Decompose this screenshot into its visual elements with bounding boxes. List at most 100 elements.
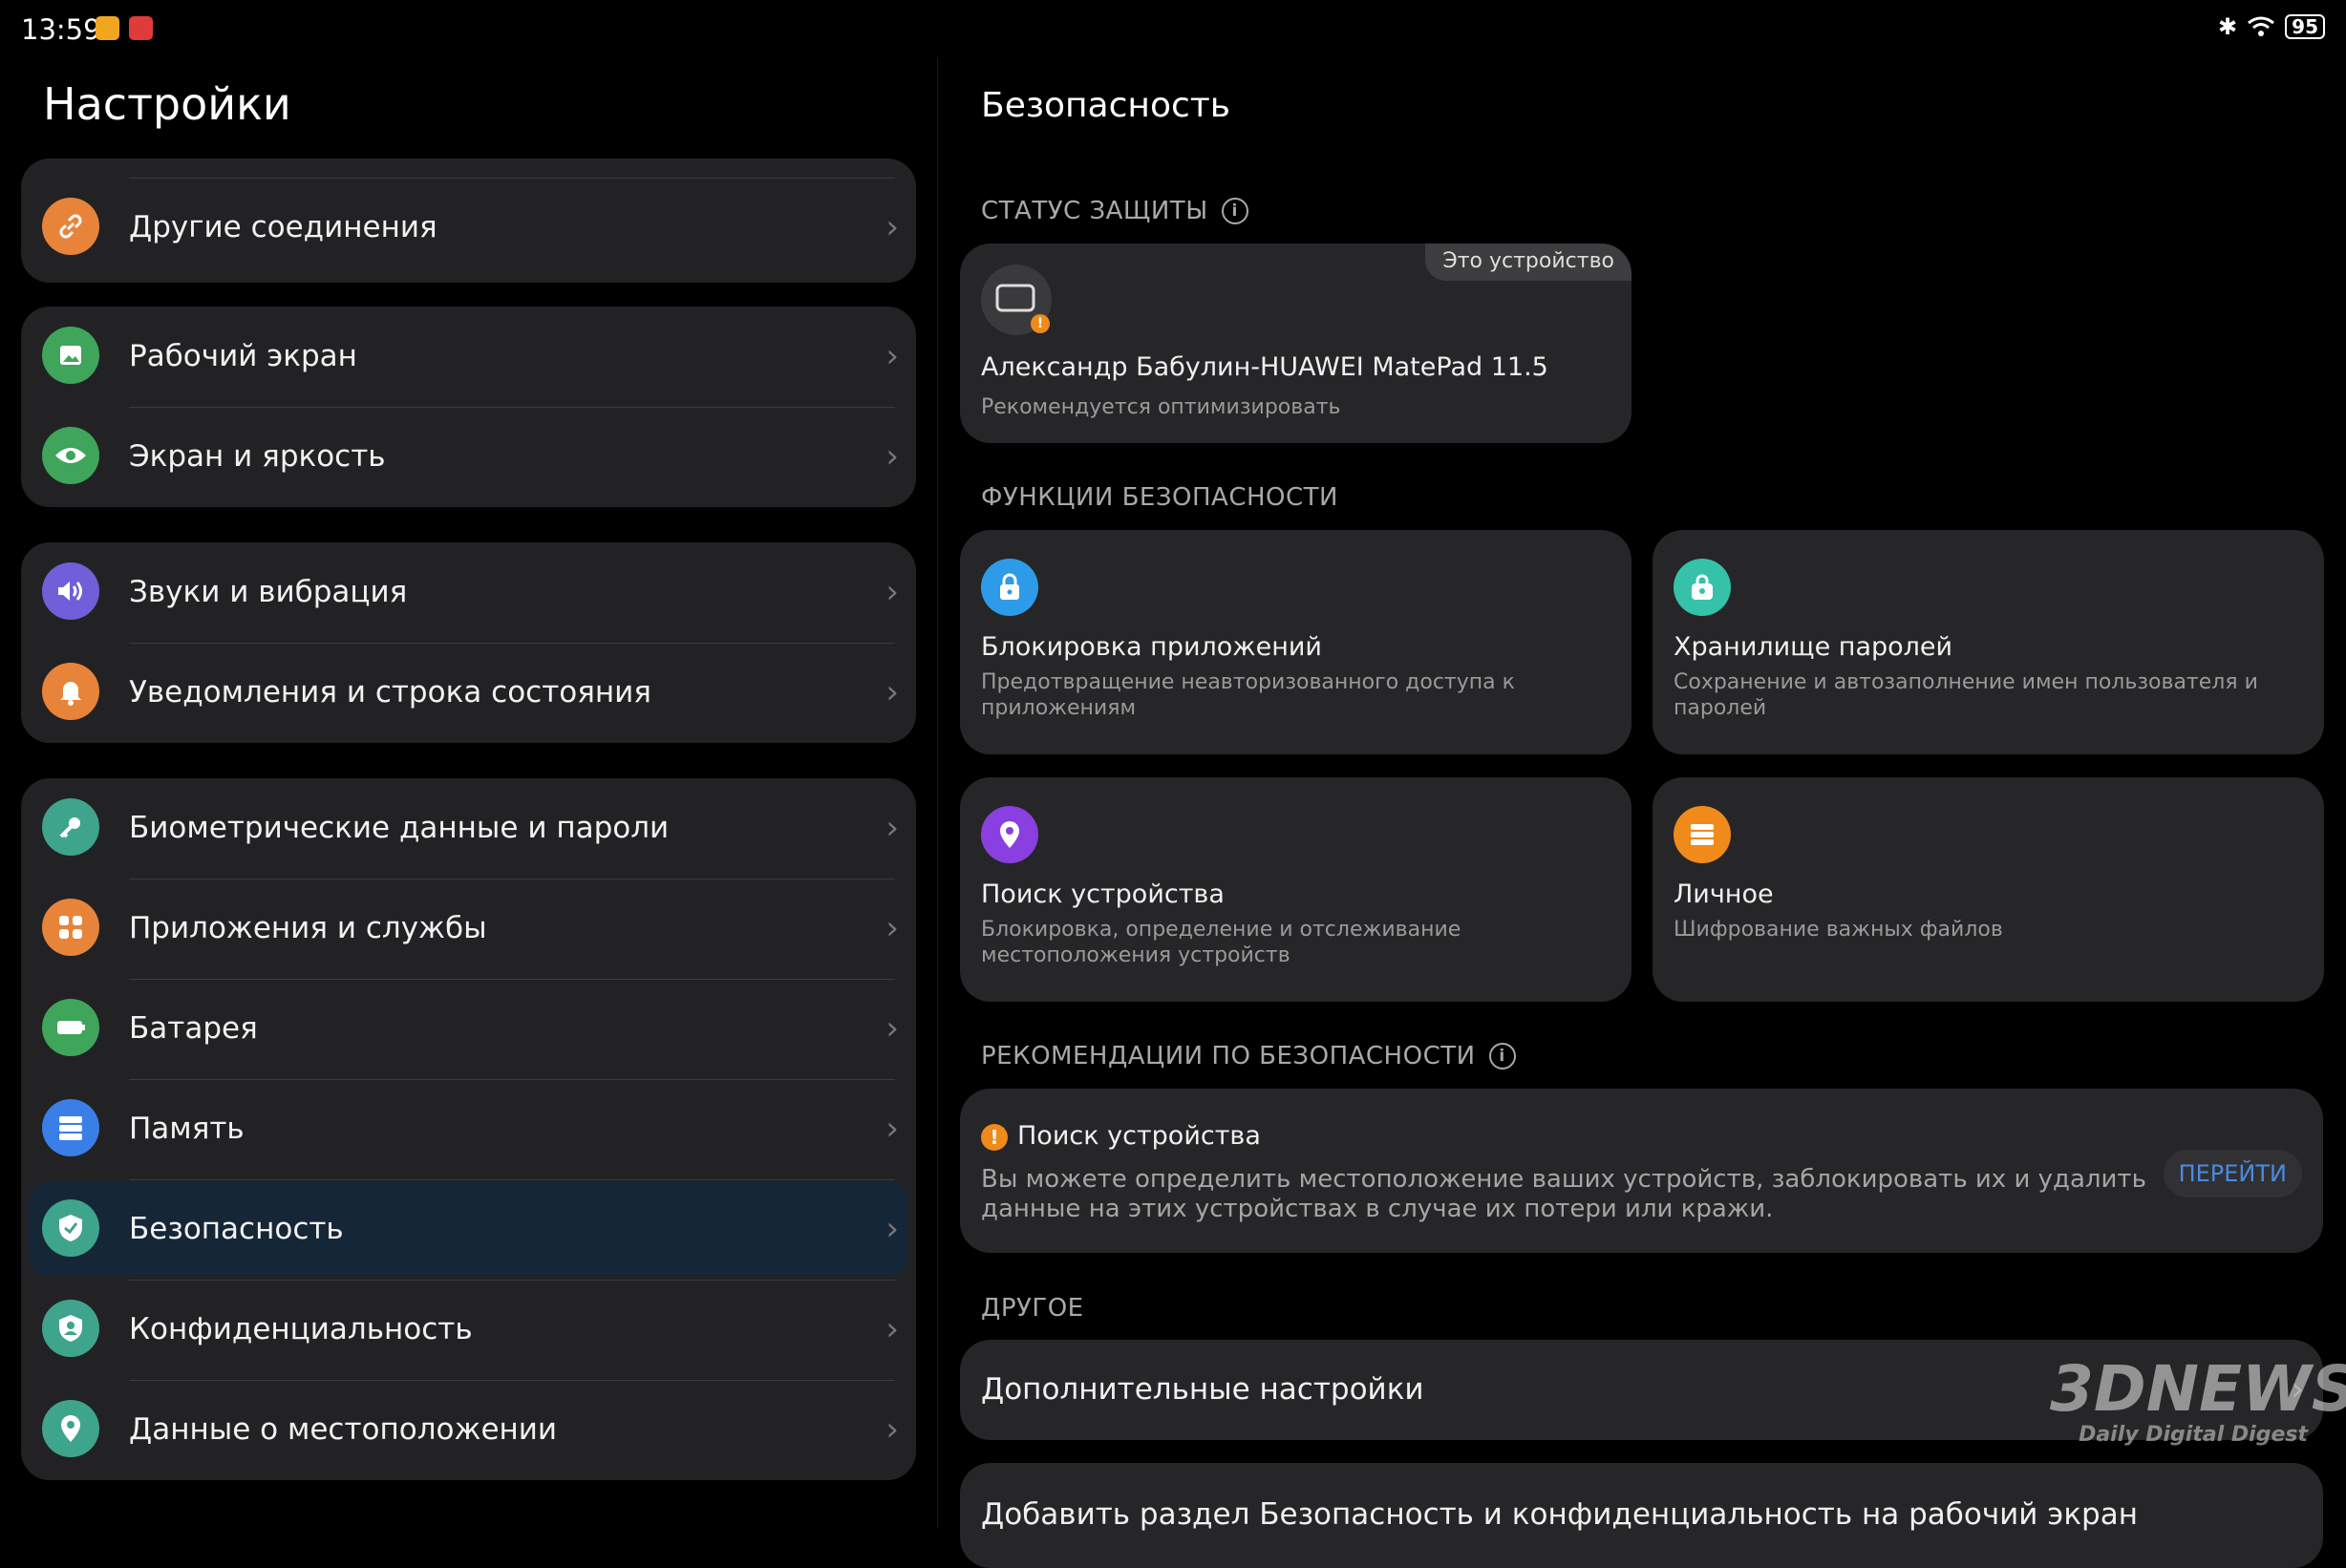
recommendation-title: Поиск устройства [1017,1121,1261,1151]
battery-icon [42,999,99,1056]
chevron-right-icon: › [885,337,899,375]
settings-item-link[interactable]: Другие соединения › [21,178,916,277]
settings-item-label: Безопасность [129,1212,344,1246]
settings-item-label: Данные о местоположении [129,1412,558,1447]
settings-group: Биометрические данные и пароли › Приложени… [21,778,916,1480]
other-header: ДРУГОЕ [981,1294,1084,1323]
features-header: ФУНКЦИИ БЕЗОПАСНОСТИ [981,483,1338,512]
feature-title: Хранилище паролей [1674,632,1953,662]
recommendations-header: РЕКОМЕНДАЦИИ ПО БЕЗОПАСНОСТИ i [981,1042,1516,1070]
detail-title: Безопасность [981,86,1230,125]
settings-item-speaker[interactable]: Звуки и вибрация › [21,542,916,642]
settings-item-label: Память [129,1112,245,1146]
watermark-tagline: Daily Digital Digest [2079,1423,2308,1447]
notification-app-icon [96,16,119,40]
settings-item-privacy[interactable]: Конфиденциальность › [21,1280,916,1379]
feature-card-lock[interactable]: Блокировка приложений Предотвращение неа… [960,530,1632,754]
settings-item-label: Рабочий экран [129,339,357,373]
advanced-settings-label: Дополнительные настройки [981,1372,1424,1407]
settings-item-label: Уведомления и строка состояния [129,675,651,710]
settings-item-label: Конфиденциальность [129,1312,473,1346]
chevron-right-icon: › [885,673,899,711]
feature-title: Поиск устройства [981,879,1225,909]
chevron-right-icon: › [885,1310,899,1348]
speaker-icon [42,562,99,620]
safe-icon [1674,806,1731,863]
device-status: Рекомендуется оптимизировать [981,395,1341,419]
settings-item-label: Другие соединения [129,210,437,244]
settings-group: Рабочий экран › Экран и яркость › [21,307,916,507]
device-tag: Это устройство [1425,244,1632,281]
wifi-icon [2248,16,2275,36]
bell-icon [42,663,99,720]
section-label: ДРУГОЕ [981,1294,1084,1323]
bluetooth-icon: ✱ [2218,13,2238,40]
storage-icon [42,1099,99,1156]
chevron-right-icon: › [885,809,899,847]
feature-title: Блокировка приложений [981,632,1322,662]
chevron-right-icon: › [885,437,899,476]
location-pin-icon [981,806,1038,863]
chevron-right-icon: › [885,1210,899,1248]
protection-status-header: СТАТУС ЗАЩИТЫ i [981,197,1248,225]
tablet-icon: ! [981,265,1052,335]
recommendation-card[interactable]: ! Поиск устройства Вы можете определить … [960,1089,2323,1253]
image-icon [42,327,99,384]
link-icon [42,198,99,255]
shield-icon [42,1199,99,1257]
add-to-home-label: Добавить раздел Безопасность и конфиденц… [981,1497,2138,1532]
watermark-brand: 3DNEWS [2050,1352,2346,1426]
password-vault-icon [1674,559,1731,616]
status-bar-right: ✱ 95 [2218,13,2325,40]
settings-item-label: Звуки и вибрация [129,575,408,609]
settings-item-bell[interactable]: Уведомления и строка состояния › [21,643,916,742]
feature-card-safe[interactable]: Личное Шифрование важных файлов [1653,777,2324,1002]
recommendation-text: Вы можете определить местоположение ваши… [981,1165,2146,1223]
location-icon [42,1400,99,1457]
feature-subtitle: Предотвращение неавторизованного доступа… [981,670,1515,720]
feature-card-password-vault[interactable]: Хранилище паролей Сохранение и автозапол… [1653,530,2324,754]
feature-title: Личное [1674,879,1774,909]
info-icon[interactable]: i [1221,198,1248,224]
feature-card-location-pin[interactable]: Поиск устройства Блокировка, определение… [960,777,1632,1002]
notification-app-icon [129,16,153,40]
chevron-right-icon: › [885,1410,899,1449]
settings-item-shield[interactable]: Безопасность › [21,1179,916,1279]
chevron-right-icon: › [885,573,899,611]
settings-item-label: Биометрические данные и пароли [129,811,670,845]
settings-group: Звуки и вибрация › Уведомления и строка со… [21,542,916,743]
watermark-logo: 3DNEWS Daily Digital Digest [2050,1352,2346,1471]
settings-item-apps[interactable]: Приложения и службы › [21,879,916,978]
chevron-right-icon: › [885,1009,899,1048]
settings-item-eye[interactable]: Экран и яркость › [21,407,916,506]
chevron-right-icon: › [885,909,899,947]
settings-item-key[interactable]: Биометрические данные и пароли › [21,778,916,878]
feature-subtitle: Сохранение и автозаполнение имен пользов… [1674,670,2258,720]
go-button[interactable]: ПЕРЕЙТИ [2163,1150,2302,1197]
settings-item-image[interactable]: Рабочий экран › [21,307,916,406]
info-icon[interactable]: i [1488,1043,1516,1070]
device-status-card[interactable]: Это устройство ! Александр Бабулин-HUAWE… [960,244,1632,443]
device-name: Александр Бабулин-HUAWEI MatePad 11.5 [981,352,1548,382]
page-title: Настройки [43,78,291,130]
key-icon [42,798,99,856]
battery-indicator: 95 [2285,14,2325,39]
feature-subtitle: Шифрование важных файлов [1674,918,2003,942]
settings-item-label: Батарея [129,1011,258,1046]
warning-badge-icon: ! [1031,314,1050,333]
status-time: 13:59 [21,13,101,46]
privacy-icon [42,1300,99,1357]
chevron-right-icon: › [885,208,899,246]
settings-group: Другие соединения › [21,159,916,283]
settings-item-battery[interactable]: Батарея › [21,979,916,1078]
chevron-right-icon: › [885,1110,899,1148]
add-to-home-row[interactable]: Добавить раздел Безопасность и конфиденц… [960,1463,2323,1568]
settings-item-location[interactable]: Данные о местоположении › [21,1380,916,1479]
apps-icon [42,899,99,956]
settings-item-storage[interactable]: Память › [21,1079,916,1178]
section-label: РЕКОМЕНДАЦИИ ПО БЕЗОПАСНОСТИ [981,1042,1476,1070]
panel-divider [937,57,938,1528]
section-label: СТАТУС ЗАЩИТЫ [981,197,1208,225]
warning-icon: ! [981,1124,1008,1151]
settings-item-label: Приложения и службы [129,911,487,945]
